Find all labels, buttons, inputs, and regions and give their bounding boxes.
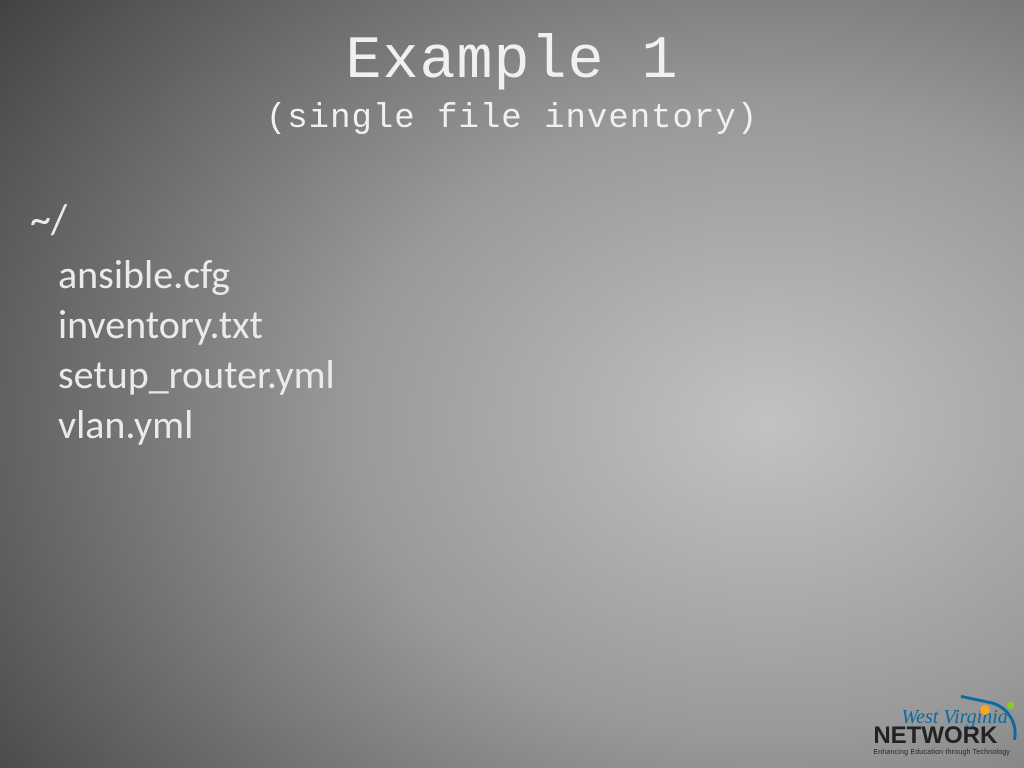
dot-icon [1007,702,1014,709]
logo-line1-text: West Virginia [901,706,1007,728]
logo-line3: Enhancing Education through Technology [873,749,1010,756]
slide: Example 1 (single file inventory) ~/ ans… [0,0,1024,768]
file-list: ansible.cfg inventory.txt setup_router.y… [58,251,335,449]
logo-line1: West Virginia [901,707,1010,727]
slide-title: Example 1 [0,0,1024,96]
file-item: ansible.cfg [58,251,335,299]
dot-icon [980,705,990,715]
wvnet-logo: West Virginia NETWORK Enhancing Educatio… [873,707,1010,756]
file-item: vlan.yml [58,401,335,449]
slide-subtitle: (single file inventory) [0,100,1024,138]
file-item: inventory.txt [58,301,335,349]
root-path: ~/ [30,195,335,245]
slide-body: ~/ ansible.cfg inventory.txt setup_route… [30,195,335,451]
file-item: setup_router.yml [58,351,335,399]
